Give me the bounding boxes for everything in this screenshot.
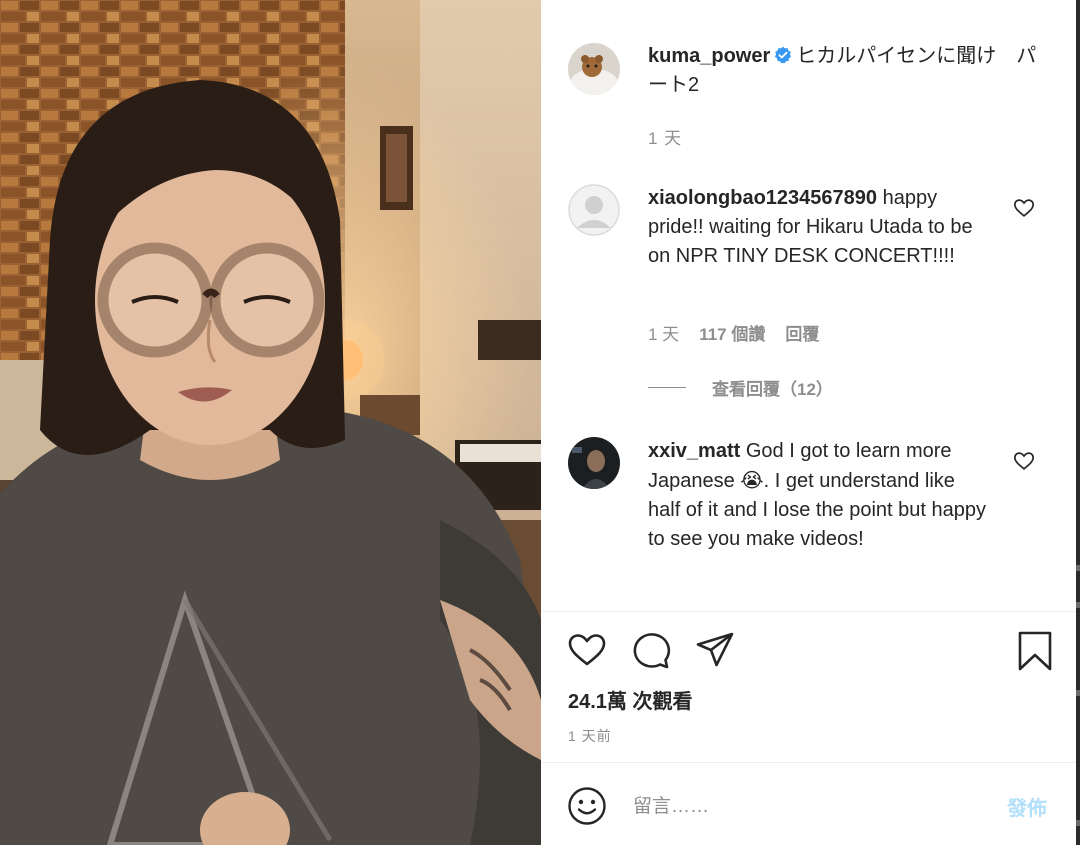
smiley-icon[interactable] <box>567 786 607 826</box>
actions-top-divider <box>541 611 1076 612</box>
comment-2: xxiv_matt God I got to learn more Japane… <box>648 437 988 554</box>
comment-like-heart-icon[interactable] <box>1013 197 1035 219</box>
author-avatar[interactable] <box>568 43 620 95</box>
post-age: 1 天 <box>648 129 683 148</box>
post-actions <box>567 630 735 670</box>
comment-age: 1 天 <box>648 325 680 344</box>
reply-button[interactable]: 回覆 <box>785 320 819 345</box>
verified-badge-icon <box>775 46 792 64</box>
post-detail-panel: kuma_power ヒカルパイセンに聞け パート2 1 天 xiaolongba… <box>541 0 1076 845</box>
comment-1: xiaolongbao1234567890 happy pride!! wait… <box>648 184 988 271</box>
paper-plane-icon[interactable] <box>695 630 735 670</box>
post-video[interactable] <box>0 0 541 845</box>
view-replies-button[interactable]: 查看回覆（12） <box>648 375 833 400</box>
comment-like-count[interactable]: 117 個讚 <box>699 320 765 345</box>
comment-author[interactable]: xiaolongbao1234567890 <box>648 187 877 209</box>
post-comment-button[interactable]: 發佈 <box>1007 792 1047 821</box>
post-timestamp[interactable]: 1 天前 <box>568 726 612 746</box>
view-replies-label: 查看回覆（12） <box>712 380 833 399</box>
comment-1-meta: 1 天 117 個讚 回覆 <box>648 320 819 345</box>
post-caption: kuma_power ヒカルパイセンに聞け パート2 <box>648 42 1038 100</box>
author-username[interactable]: kuma_power <box>648 45 770 67</box>
replies-divider-line <box>648 387 686 388</box>
heart-icon[interactable] <box>567 630 607 670</box>
commenter-avatar[interactable] <box>568 437 620 489</box>
comment-author[interactable]: xxiv_matt <box>648 440 740 462</box>
view-count[interactable]: 24.1萬 次觀看 <box>568 685 692 714</box>
crying-face-emoji: 😭 <box>740 468 764 492</box>
bookmark-icon[interactable] <box>1017 630 1053 672</box>
speech-bubble-icon[interactable] <box>631 630 671 670</box>
comment-like-heart-icon[interactable] <box>1013 450 1035 472</box>
video-frame-illustration <box>0 0 541 845</box>
commenter-avatar[interactable] <box>568 184 620 236</box>
comment-input[interactable] <box>633 790 993 824</box>
composer-top-divider <box>541 762 1076 763</box>
window-edge-strip <box>1076 0 1080 845</box>
